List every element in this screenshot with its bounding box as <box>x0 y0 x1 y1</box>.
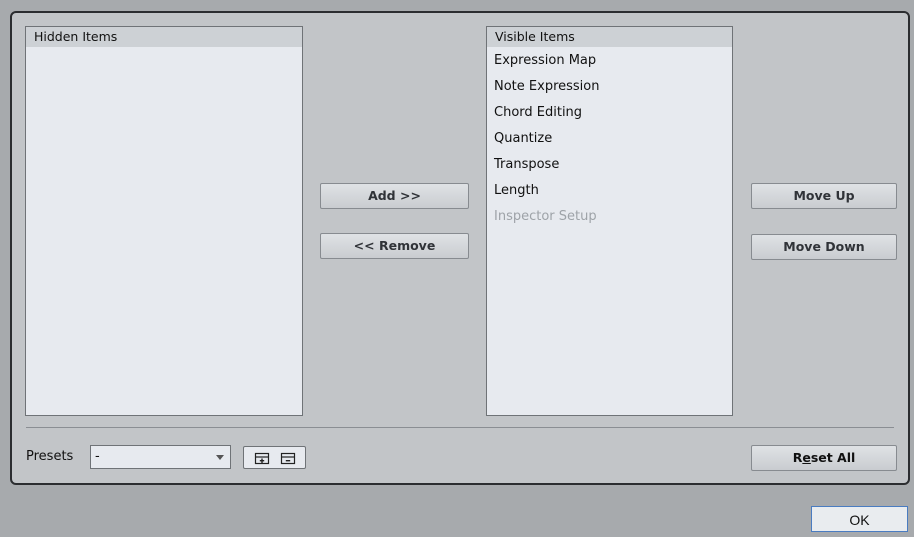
reset-all-label-pre: R <box>792 450 803 465</box>
move-up-button[interactable]: Move Up <box>751 183 897 209</box>
hidden-items-list[interactable]: Hidden Items <box>25 26 303 416</box>
divider <box>26 427 894 428</box>
reset-all-button[interactable]: Reset All <box>751 445 897 471</box>
hidden-items-header: Hidden Items <box>26 27 302 48</box>
reset-all-label-post: set All <box>810 450 856 465</box>
chevron-down-icon <box>216 455 224 460</box>
remove-preset-icon[interactable] <box>280 451 296 465</box>
add-button[interactable]: Add >> <box>320 183 469 209</box>
inspector-setup-panel: Hidden Items Add >> << Remove Visible It… <box>10 11 910 485</box>
save-preset-icon[interactable] <box>254 451 270 465</box>
visible-list-item[interactable]: Transpose <box>487 152 732 178</box>
ok-button[interactable]: OK <box>811 506 908 532</box>
visible-list-item[interactable]: Note Expression <box>487 74 732 100</box>
visible-items-header: Visible Items <box>487 27 732 48</box>
visible-items-container: Expression Map Note Expression Chord Editi… <box>487 48 732 230</box>
visible-list-item[interactable]: Quantize <box>487 126 732 152</box>
preset-actions <box>243 446 306 469</box>
presets-label: Presets <box>26 449 74 464</box>
visible-list-item[interactable]: Inspector Setup <box>487 204 732 230</box>
presets-selected-value: - <box>95 449 100 464</box>
presets-dropdown[interactable]: - <box>90 445 231 469</box>
visible-list-item[interactable]: Expression Map <box>487 48 732 74</box>
visible-items-list[interactable]: Visible Items Expression Map Note Express… <box>486 26 733 416</box>
visible-list-item[interactable]: Length <box>487 178 732 204</box>
move-down-button[interactable]: Move Down <box>751 234 897 260</box>
visible-list-item[interactable]: Chord Editing <box>487 100 732 126</box>
remove-button[interactable]: << Remove <box>320 233 469 259</box>
reset-all-label-mnemonic: e <box>802 450 811 465</box>
